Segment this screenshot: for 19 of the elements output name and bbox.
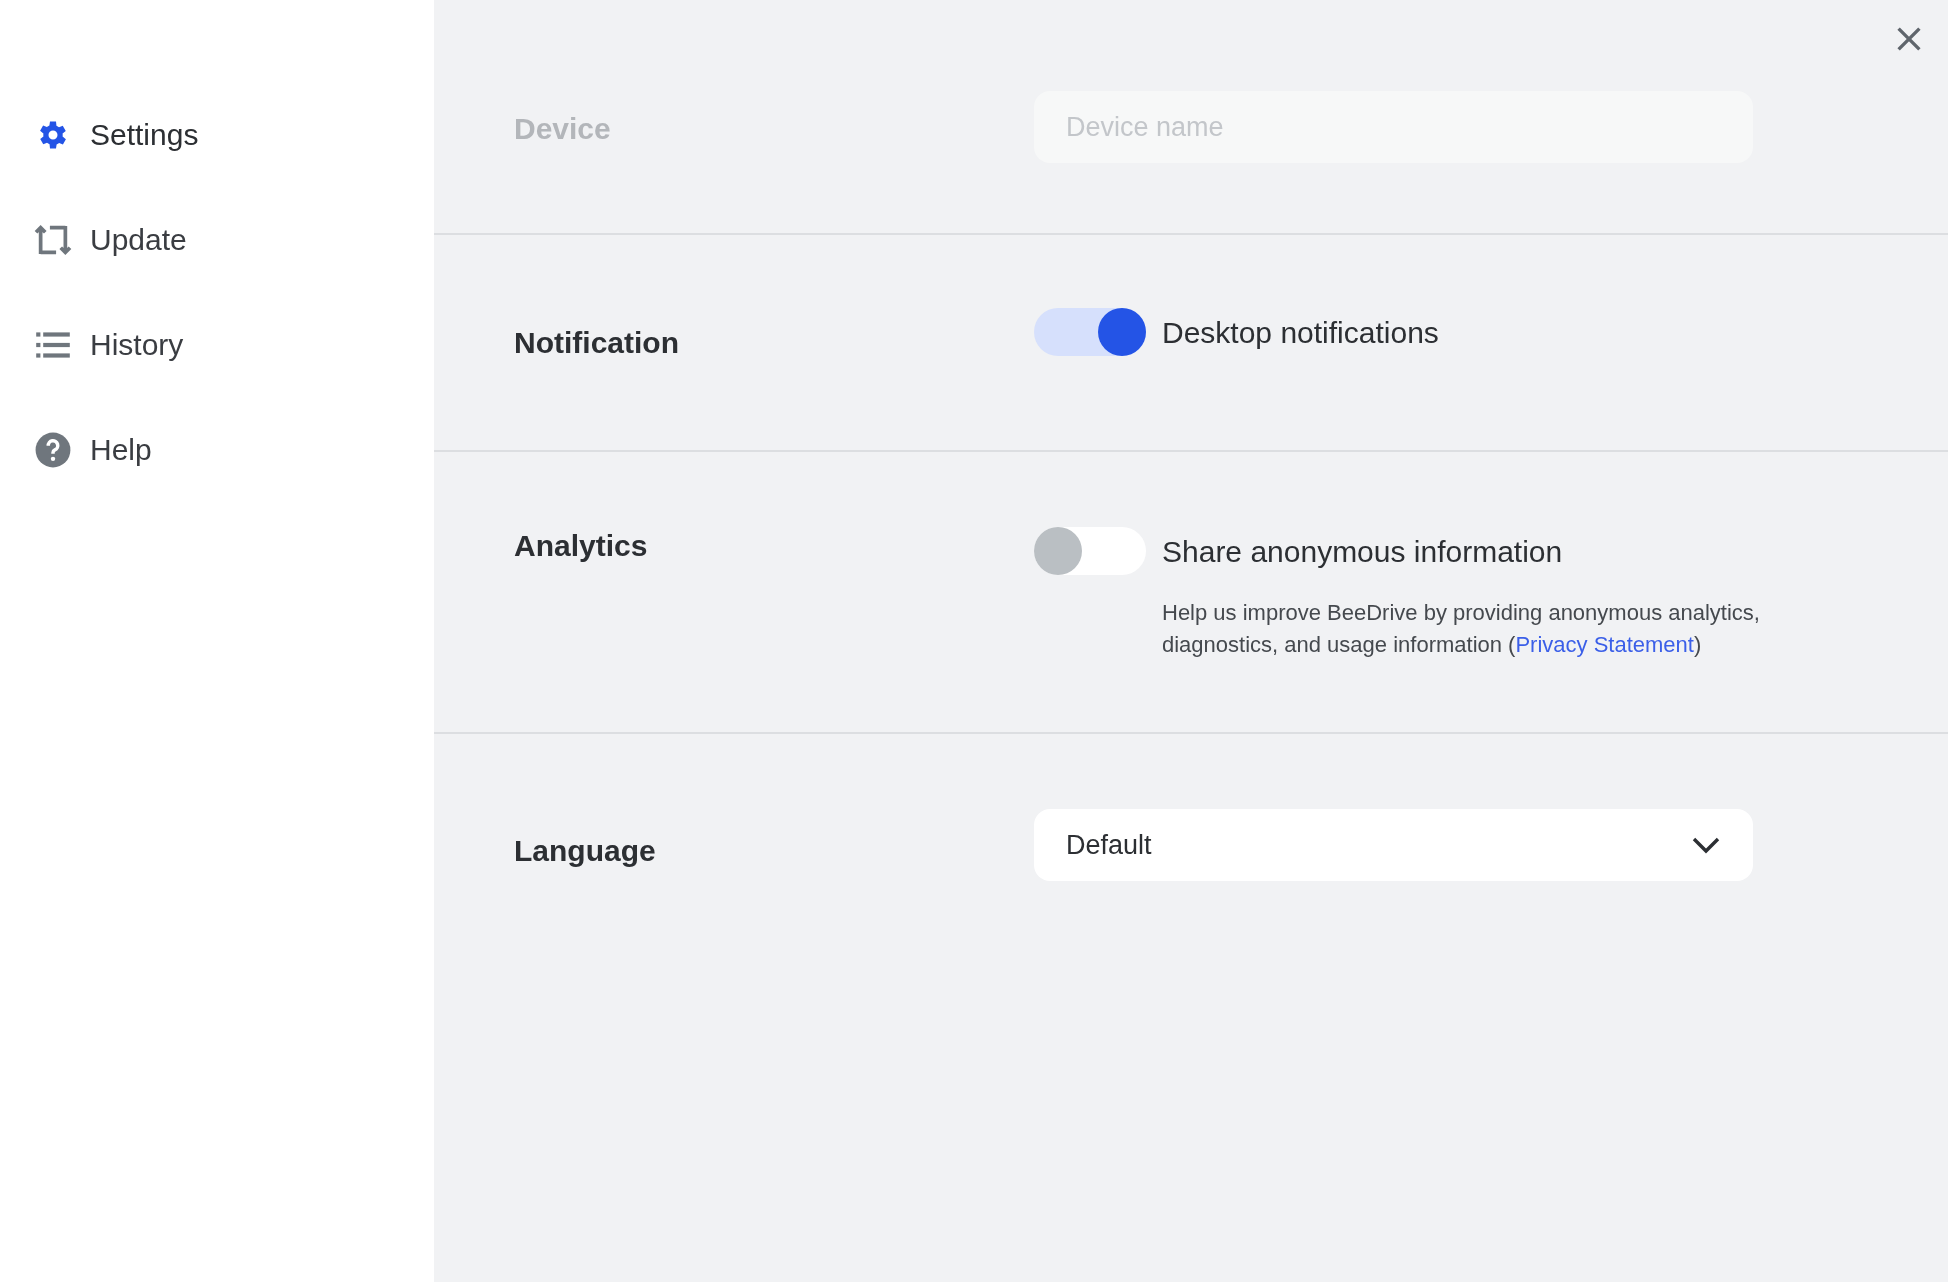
toggle-label: Desktop notifications [1162,314,1439,351]
privacy-statement-link[interactable]: Privacy Statement [1515,632,1694,657]
sidebar-item[interactable]: History [34,322,184,367]
section-label: Device [514,111,612,147]
chevron-down-icon [1691,836,1721,854]
sidebar-item[interactable]: Settings [34,112,199,157]
section-label: Language [514,833,657,869]
list-icon [36,330,70,359]
toggle-label: Share anonymous information [1162,533,1563,570]
description-text: Help us improve BeeDrive by providing anonymous analytics, diagnostics, and usage information (Privacy Statement) [1162,599,1761,659]
toggle-switch[interactable] [1034,308,1146,356]
sidebar-item[interactable]: Update [34,217,187,262]
section-label: Notification [514,325,680,361]
toggle-switch[interactable] [1034,527,1146,575]
language-dropdown[interactable]: Default [1034,809,1753,881]
help-icon [34,430,72,469]
swap-arrows-icon [34,222,72,257]
sidebar-item[interactable]: Help [34,427,152,472]
section-label: Analytics [514,528,649,564]
